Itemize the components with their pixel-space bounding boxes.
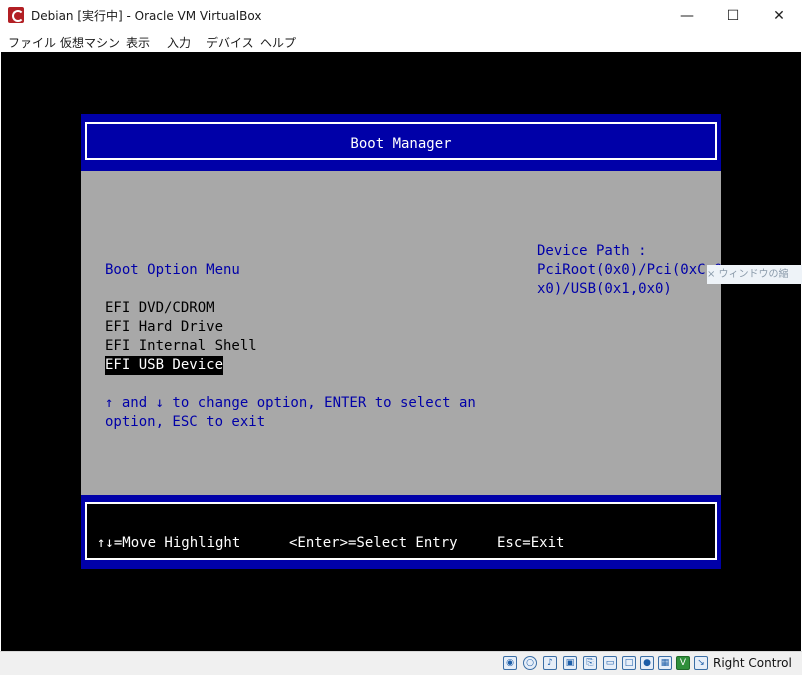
help-text-line-1: ↑ and ↓ to change option, ENTER to selec… <box>105 395 476 411</box>
menu-input[interactable]: 入力 <box>167 34 191 51</box>
recording-icon[interactable]: ● <box>640 656 654 670</box>
bios-header-frame: Boot Manager <box>85 122 717 160</box>
minimize-button[interactable]: — <box>664 0 710 31</box>
title-bar[interactable]: Debian [実行中] - Oracle VM VirtualBox — ☐ … <box>0 0 802 31</box>
close-button[interactable]: ✕ <box>756 0 802 31</box>
menu-file[interactable]: ファイル <box>8 34 56 51</box>
boot-option-menu-heading: Boot Option Menu <box>105 262 240 278</box>
menu-bar: ファイル 仮想マシン 表示 入力 デバイス ヘルプ <box>0 31 802 52</box>
audio-icon[interactable]: ♪ <box>543 656 557 670</box>
network-icon[interactable]: ▣ <box>563 656 577 670</box>
display-icon[interactable]: □ <box>622 656 636 670</box>
boot-option-usb-device-selected[interactable]: EFI USB Device <box>105 356 224 375</box>
menu-view[interactable]: 表示 <box>126 34 150 51</box>
host-key-label[interactable]: Right Control <box>713 656 792 670</box>
menu-machine[interactable]: 仮想マシン <box>60 34 120 51</box>
menu-help[interactable]: ヘルプ <box>260 34 296 51</box>
boot-option-internal-shell[interactable]: EFI Internal Shell <box>105 337 257 356</box>
boot-option-hard-drive[interactable]: EFI Hard Drive <box>105 318 223 337</box>
virtualbox-debian-icon <box>8 7 24 23</box>
usb-icon[interactable]: ⎘ <box>583 656 597 670</box>
menu-devices[interactable]: デバイス <box>206 34 254 51</box>
device-path-label: Device Path : <box>537 243 647 259</box>
scaled-mode-tooltip: × ウィンドウの縮 <box>707 265 802 284</box>
status-bar: ◉ ○ ♪ ▣ ⎘ ▭ □ ● ▦ V ↘ Right Control <box>0 651 802 675</box>
hard-disk-icon[interactable]: ◉ <box>503 656 517 670</box>
cpu-icon[interactable]: ▦ <box>658 656 672 670</box>
bios-header: Boot Manager <box>81 114 721 171</box>
help-text-line-2: option, ESC to exit <box>105 414 266 430</box>
footer-select-entry: <Enter>=Select Entry <box>289 535 458 551</box>
device-path-line-1: PciRoot(0x0)/Pci(0xC,0 <box>537 262 723 278</box>
boot-manager-screen: Boot Manager Boot Option Menu EFI DVD/CD… <box>81 114 723 569</box>
device-path-line-2: x0)/USB(0x1,0x0) <box>537 281 672 297</box>
maximize-button[interactable]: ☐ <box>710 0 756 31</box>
tooltip-text: × ウィンドウの縮 <box>707 269 789 280</box>
boot-option-dvd[interactable]: EFI DVD/CDROM <box>105 299 215 318</box>
bios-footer: ↑↓=Move Highlight <Enter>=Select Entry E… <box>81 495 721 569</box>
bios-footer-frame: ↑↓=Move Highlight <Enter>=Select Entry E… <box>85 502 717 560</box>
optical-drive-icon[interactable]: ○ <box>523 656 537 670</box>
virtualization-icon[interactable]: V <box>676 656 690 670</box>
footer-esc-exit: Esc=Exit <box>497 535 565 551</box>
footer-move-highlight: ↑↓=Move Highlight <box>97 535 241 551</box>
mouse-integration-icon[interactable]: ↘ <box>694 656 708 670</box>
window-title: Debian [実行中] - Oracle VM VirtualBox <box>31 9 262 23</box>
shared-folder-icon[interactable]: ▭ <box>603 656 617 670</box>
boot-manager-title: Boot Manager <box>350 136 452 152</box>
vm-display[interactable]: Boot Manager Boot Option Menu EFI DVD/CD… <box>1 52 801 651</box>
